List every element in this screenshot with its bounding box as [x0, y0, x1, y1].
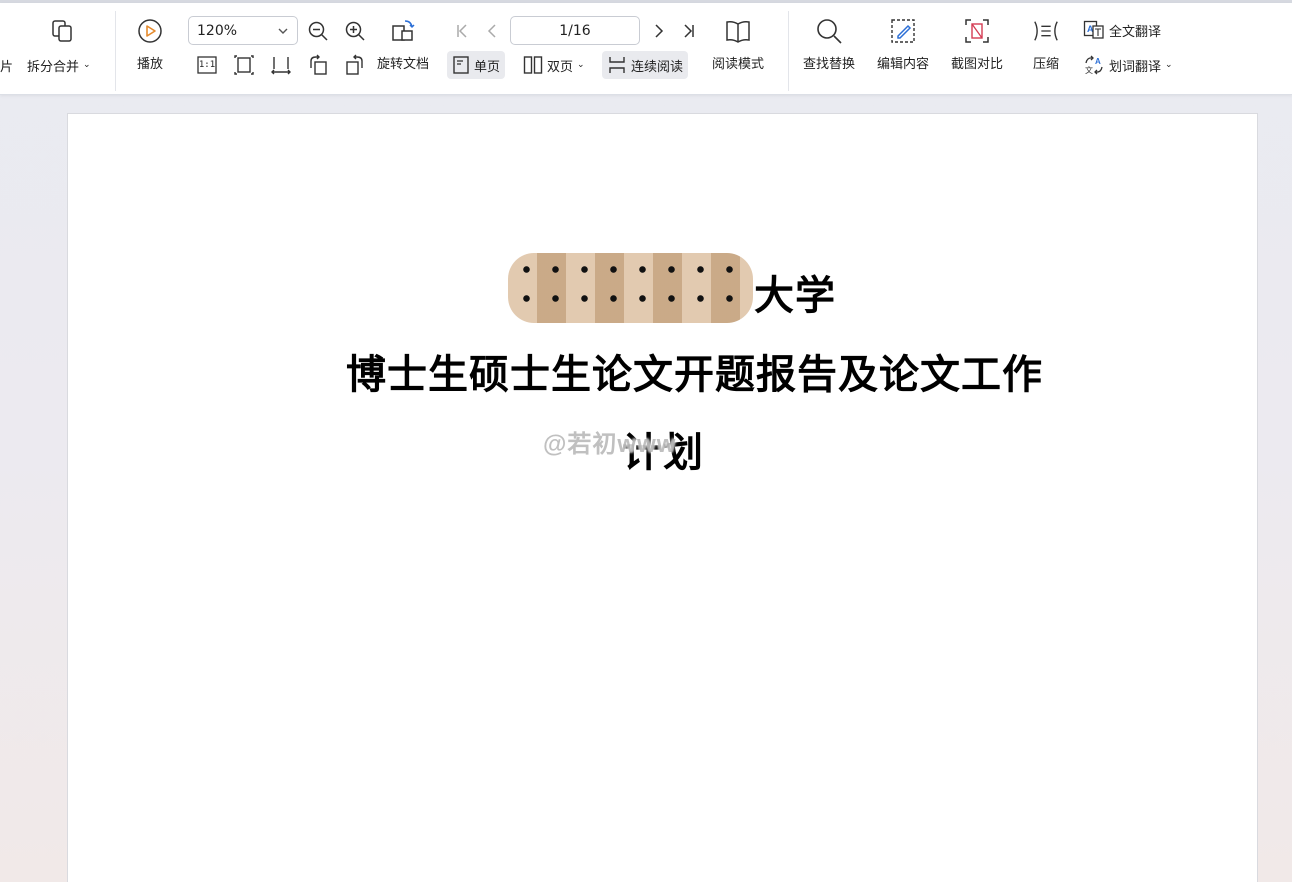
screenshot-compare-icon [963, 17, 991, 45]
compress-icon [1032, 17, 1060, 45]
zoom-in-button[interactable] [342, 18, 368, 44]
chevron-down-icon [277, 25, 289, 37]
first-page-button[interactable] [449, 18, 475, 44]
word-translate-icon: A文 [1085, 55, 1103, 75]
watermark: @若初www [543, 431, 677, 458]
book-icon [724, 17, 752, 45]
edit-icon [889, 17, 917, 45]
rotate-left-button[interactable] [305, 52, 331, 78]
first-page-icon [457, 24, 467, 38]
toolbar-divider [115, 11, 116, 91]
screenshot-compare-button[interactable]: 截图对比 [951, 17, 1003, 72]
fit-page-button[interactable] [231, 52, 257, 78]
actual-size-button[interactable]: 1:1 [194, 52, 220, 78]
fit-width-button[interactable] [268, 52, 294, 78]
split-merge-icon [48, 17, 76, 45]
rotate-right-button[interactable] [342, 52, 368, 78]
svg-text:A: A [1095, 57, 1101, 66]
page-number-input[interactable]: 1/16 [510, 16, 640, 45]
chevron-down-icon: ⌄ [1165, 60, 1173, 70]
actual-size-text: 1:1 [198, 60, 216, 70]
cut-label[interactable]: 片 [0, 51, 13, 79]
fit-width-icon [271, 57, 291, 75]
split-merge-button[interactable] [48, 17, 76, 53]
double-page-button[interactable]: 双页 ⌄ [518, 51, 590, 79]
chevron-left-icon [487, 24, 496, 38]
continuous-read-button[interactable]: 连续阅读 [602, 51, 689, 79]
compress-button[interactable]: 压缩 [1032, 17, 1060, 72]
last-page-icon [684, 24, 694, 38]
rotate-document-icon [389, 17, 417, 45]
search-icon [815, 17, 843, 45]
toolbar-divider [788, 11, 789, 91]
toolbar: 片 拆分合并 ⌄ 播放 120% 1:1 旋转文档 1/16 单页 双页 ⌄ 连… [0, 3, 1292, 95]
translate-icon: A [1083, 20, 1104, 39]
next-page-button[interactable] [645, 18, 671, 44]
redaction-mosaic [508, 253, 753, 323]
edit-content-button[interactable]: 编辑内容 [877, 17, 929, 72]
chevron-down-icon: ⌄ [577, 60, 585, 70]
rotate-left-icon [310, 54, 327, 75]
full-translate-button[interactable]: A 全文翻译 [1078, 16, 1166, 44]
chevron-right-icon [655, 24, 664, 38]
single-page-icon [453, 56, 469, 74]
find-replace-button[interactable]: 查找替换 [803, 17, 855, 72]
play-button[interactable]: 播放 [136, 17, 164, 72]
split-merge-label[interactable]: 拆分合并 ⌄ [22, 51, 96, 79]
play-icon [136, 17, 164, 45]
university-name-suffix: 大学 [754, 272, 836, 319]
word-translate-button[interactable]: A文 划词翻译 ⌄ [1078, 51, 1178, 79]
rotate-right-icon [346, 54, 363, 75]
zoom-out-button[interactable] [305, 18, 331, 44]
zoom-select[interactable]: 120% [188, 16, 298, 45]
rotate-document-button[interactable]: 旋转文档 [377, 17, 429, 72]
fit-page-icon [234, 55, 254, 75]
single-page-button[interactable]: 单页 [447, 51, 506, 79]
read-mode-button[interactable]: 阅读模式 [712, 17, 764, 72]
double-page-icon [523, 56, 543, 74]
chevron-down-icon: ⌄ [83, 60, 91, 70]
last-page-button[interactable] [676, 18, 702, 44]
zoom-in-icon [345, 21, 365, 41]
svg-text:文: 文 [1085, 65, 1093, 75]
document-page [67, 113, 1258, 882]
continuous-read-icon [609, 57, 625, 73]
zoom-out-icon [308, 21, 328, 41]
previous-page-button[interactable] [480, 18, 506, 44]
document-title-line1: 博士生硕士生论文开题报告及论文工作 [346, 351, 1043, 398]
